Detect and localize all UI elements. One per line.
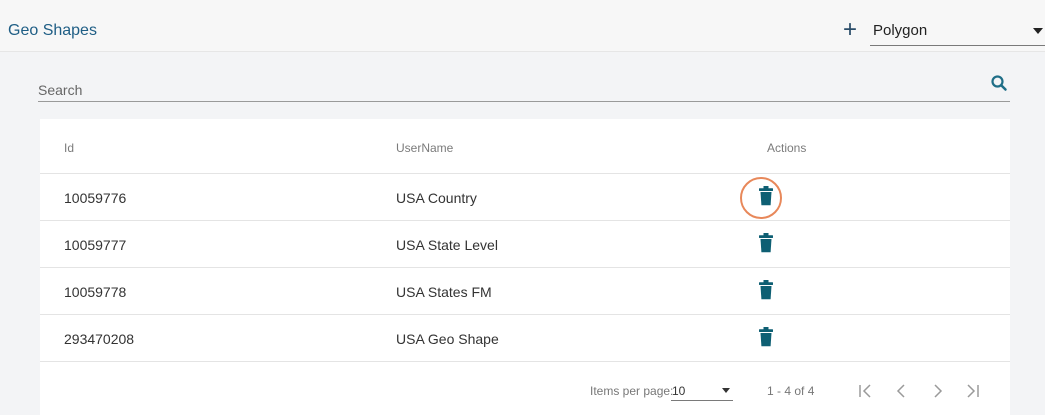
last-page-button[interactable] [961, 381, 983, 401]
previous-page-button[interactable] [891, 381, 913, 401]
row-username: USA Geo Shape [396, 331, 499, 347]
page-title: Geo Shapes [8, 22, 97, 39]
main-content: Id UserName Actions 10059776 USA Country… [20, 52, 1045, 415]
page-range-label: 1 - 4 of 4 [767, 384, 815, 398]
items-per-page-select[interactable]: 10 [671, 379, 733, 401]
chevron-left-icon [896, 384, 905, 398]
items-per-page-value: 10 [672, 384, 686, 398]
row-username: USA States FM [396, 284, 492, 300]
items-per-page-label: Items per page: [590, 384, 674, 398]
column-header-id: Id [64, 141, 75, 155]
plus-icon[interactable]: + [843, 18, 857, 42]
shape-type-select[interactable]: Polygon [870, 18, 1045, 46]
delete-button[interactable] [745, 230, 793, 258]
row-username: USA State Level [396, 237, 498, 253]
search-icon[interactable] [990, 74, 1008, 92]
caret-down-icon [1033, 28, 1043, 34]
trash-icon [759, 186, 773, 206]
row-username: USA Country [396, 190, 477, 206]
trash-icon [759, 280, 773, 300]
row-id: 10059778 [64, 284, 127, 300]
table-row: 10059777 USA State Level [40, 221, 1010, 268]
trash-icon [759, 327, 773, 347]
search-input[interactable] [38, 78, 968, 102]
page-header: Geo Shapes + Polygon [0, 0, 1045, 52]
search-bar [38, 72, 1010, 102]
paginator: Items per page: 10 1 - 4 of 4 [40, 364, 1010, 415]
table-header: Id UserName Actions [40, 119, 1010, 174]
trash-icon [759, 233, 773, 253]
chevron-right-icon [934, 384, 943, 398]
caret-down-icon [722, 388, 730, 393]
column-header-username: UserName [396, 141, 454, 155]
delete-button[interactable] [745, 183, 793, 211]
row-id: 10059776 [64, 190, 127, 206]
delete-button[interactable] [745, 324, 793, 352]
shape-type-value: Polygon [873, 22, 928, 39]
geo-shapes-table: Id UserName Actions 10059776 USA Country… [40, 119, 1010, 415]
delete-button[interactable] [745, 277, 793, 305]
next-page-button[interactable] [926, 381, 948, 401]
table-row: 10059778 USA States FM [40, 268, 1010, 315]
first-page-button[interactable] [855, 381, 877, 401]
column-header-actions: Actions [767, 141, 807, 155]
first-page-icon [859, 384, 871, 398]
table-row: 293470208 USA Geo Shape [40, 315, 1010, 362]
table-row: 10059776 USA Country [40, 174, 1010, 221]
last-page-icon [967, 384, 979, 398]
row-id: 10059777 [64, 237, 127, 253]
row-id: 293470208 [64, 331, 135, 347]
